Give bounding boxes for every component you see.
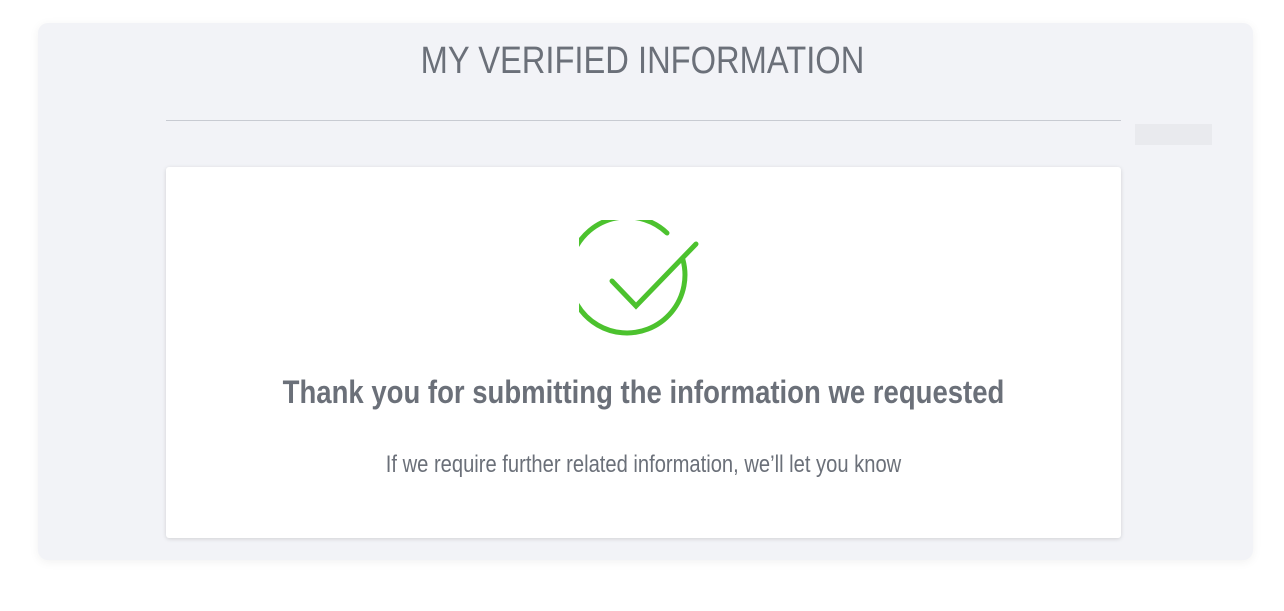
confirmation-heading: Thank you for submitting the information… (282, 374, 1005, 410)
check-circle-icon (579, 220, 699, 336)
page-title: MY VERIFIED INFORMATION (420, 40, 865, 82)
confirmation-message: If we require further related informatio… (385, 451, 902, 478)
verified-info-panel: MY VERIFIED INFORMATION Thank you for su… (38, 23, 1253, 560)
confirmation-card: Thank you for submitting the information… (166, 167, 1121, 538)
placeholder-block (1135, 124, 1212, 145)
title-divider (166, 120, 1121, 121)
